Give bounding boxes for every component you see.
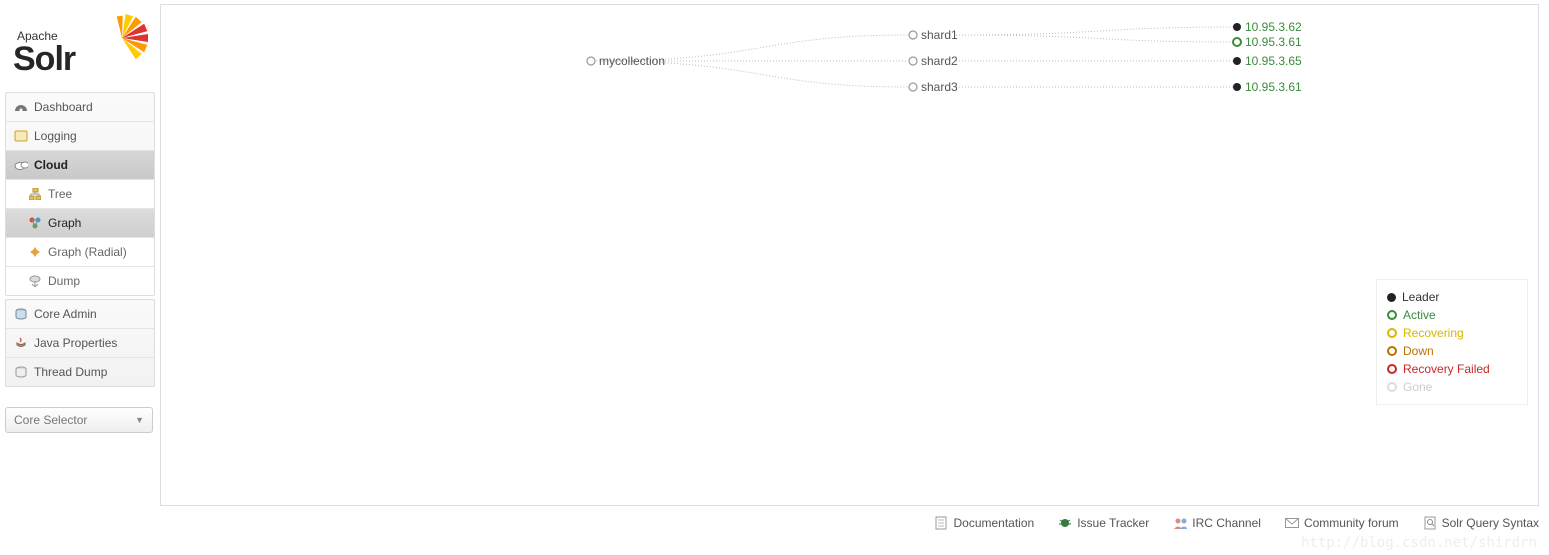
sidebar-item-label: Cloud [34,158,68,172]
cloud-graph-panel: mycollection shard1 shard2 shard3 10.95.… [160,4,1539,506]
sidebar-item-thread-dump[interactable]: Thread Dump [6,358,154,386]
graph-replica-label: 10.95.3.61 [1245,80,1302,94]
sidebar-item-cloud[interactable]: Cloud [6,151,154,180]
active-dot-icon [1387,310,1397,320]
bug-icon [1058,516,1072,530]
sidebar-item-label: Dump [48,274,80,288]
graph-replica-node[interactable] [1233,38,1241,46]
graph-collection-label: mycollection [599,54,665,68]
sidebar-item-label: Dashboard [34,100,93,114]
down-dot-icon [1387,346,1397,356]
sidebar-item-label: Java Properties [34,336,117,350]
footer-community-forum[interactable]: Community forum [1285,516,1399,530]
core-admin-icon [14,307,28,321]
sidebar-item-label: Core Admin [34,307,97,321]
cluster-graph: mycollection shard1 shard2 shard3 10.95.… [161,5,1538,505]
graph-shard-node[interactable] [909,31,917,39]
legend-label: Down [1403,344,1434,358]
footer-documentation[interactable]: Documentation [934,516,1034,530]
thread-icon [14,365,28,379]
graph-legend: Leader Active Recovering Down Recovery F… [1376,279,1528,405]
core-selector-label: Core Selector [14,413,87,427]
graph-replica-label: 10.95.3.62 [1245,20,1302,34]
legend-label: Recovering [1403,326,1464,340]
graph-icon [28,216,42,230]
sidebar-item-core-admin[interactable]: Core Admin [6,300,154,329]
footer-links: Documentation Issue Tracker IRC Channel … [160,510,1539,536]
graph-replica-node[interactable] [1233,23,1241,31]
sidebar-item-label: Graph (Radial) [48,245,127,259]
graph-replica-node[interactable] [1233,57,1241,65]
sidebar-item-label: Logging [34,129,77,143]
recovering-dot-icon [1387,328,1397,338]
dump-icon [28,274,42,288]
graph-replica-label: 10.95.3.61 [1245,35,1302,49]
sidebar-item-label: Tree [48,187,72,201]
footer-label: Documentation [953,516,1034,530]
sidebar-item-dashboard[interactable]: Dashboard [6,93,154,122]
query-icon [1423,516,1437,530]
solr-logo[interactable]: Apache Solr [10,6,150,84]
core-selector-dropdown[interactable]: Core Selector ▼ [5,407,153,433]
footer-irc[interactable]: IRC Channel [1173,516,1261,530]
radial-icon [28,245,42,259]
dashboard-icon [14,100,28,114]
legend-label: Leader [1402,290,1439,304]
graph-shard-label: shard1 [921,28,958,42]
mail-icon [1285,516,1299,530]
footer-label: IRC Channel [1192,516,1261,530]
sidebar-item-java-properties[interactable]: Java Properties [6,329,154,358]
footer-label: Solr Query Syntax [1442,516,1539,530]
footer-label: Community forum [1304,516,1399,530]
cloud-icon [14,158,28,172]
sidebar-sub-graph[interactable]: Graph [6,209,154,238]
sidebar-sub-tree[interactable]: Tree [6,180,154,209]
leader-dot-icon [1387,293,1396,302]
sidebar-item-logging[interactable]: Logging [6,122,154,151]
doc-icon [934,516,948,530]
logo-solr-text: Solr [13,40,75,79]
tree-icon [28,187,42,201]
watermark-text: http://blog.csdn.net/shirdrn [1301,535,1537,551]
graph-shard-label: shard2 [921,54,958,68]
gone-dot-icon [1387,382,1397,392]
logging-icon [14,129,28,143]
graph-shard-label: shard3 [921,80,958,94]
footer-query-syntax[interactable]: Solr Query Syntax [1423,516,1539,530]
footer-issue-tracker[interactable]: Issue Tracker [1058,516,1149,530]
graph-shard-node[interactable] [909,83,917,91]
graph-replica-node[interactable] [1233,83,1241,91]
sidebar-sub-dump[interactable]: Dump [6,267,154,295]
sun-icon [88,6,148,66]
graph-shard-node[interactable] [909,57,917,65]
sidebar-item-label: Thread Dump [34,365,107,379]
sidebar: Dashboard Logging Cloud Tree [5,92,155,433]
java-icon [14,336,28,350]
sidebar-item-label: Graph [48,216,81,230]
chevron-down-icon: ▼ [135,415,144,425]
sidebar-sub-radial[interactable]: Graph (Radial) [6,238,154,267]
graph-collection-node[interactable] [587,57,595,65]
recovery-failed-dot-icon [1387,364,1397,374]
legend-label: Recovery Failed [1403,362,1490,376]
legend-label: Active [1403,308,1436,322]
footer-label: Issue Tracker [1077,516,1149,530]
graph-replica-label: 10.95.3.65 [1245,54,1302,68]
legend-label: Gone [1403,380,1432,394]
people-icon [1173,516,1187,530]
